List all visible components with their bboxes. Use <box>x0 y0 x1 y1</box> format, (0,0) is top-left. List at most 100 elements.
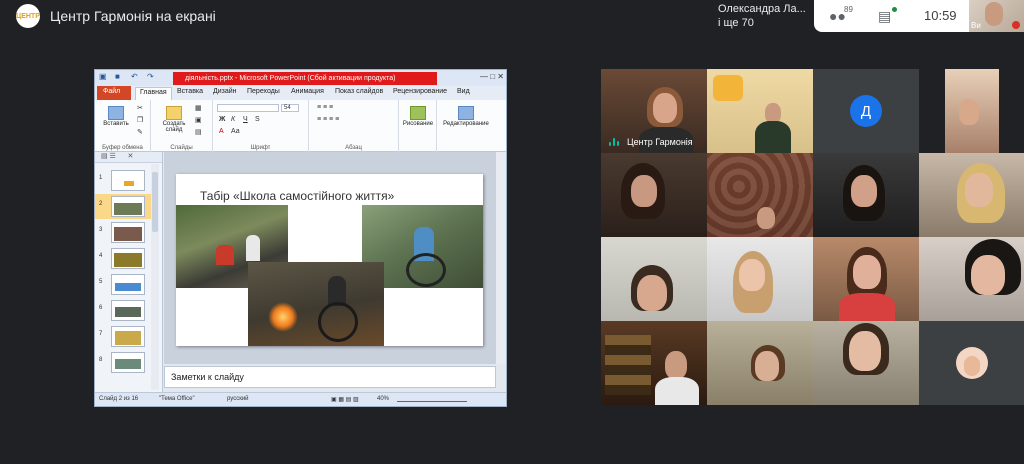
zoom-slider[interactable] <box>397 401 467 402</box>
presenting-label: Центр Гармонія на екрані <box>50 8 216 24</box>
participant-tile[interactable] <box>707 69 813 153</box>
current-slide[interactable]: Табір «Школа самостійного життя» <box>176 174 483 346</box>
participant-tile[interactable] <box>707 237 813 321</box>
group-font: 54 Ж К Ч S А Аа Шрифт <box>213 100 309 152</box>
thumbnail-number: 3 <box>99 227 103 233</box>
editing-label: Редактирование <box>443 121 489 127</box>
thumbnail-image <box>111 196 145 217</box>
wall-logo <box>713 75 743 101</box>
theme-name: "Тема Office" <box>159 396 195 402</box>
bookshelf <box>605 335 651 395</box>
save-icon[interactable]: ■ <box>115 72 120 81</box>
slide-scrollbar[interactable] <box>496 152 506 364</box>
new-slide-button[interactable]: Создать слайд <box>159 106 189 133</box>
group-drawing: Рисование <box>399 100 437 152</box>
participant-tile-avatar[interactable]: Д <box>813 69 919 153</box>
ribbon-tabs: Файл Главная Вставка Дизайн Переходы Ани… <box>95 86 506 100</box>
slide-thumbnail[interactable]: 5 <box>95 272 155 297</box>
align-buttons[interactable]: ≡ ≡ ≡ ≡ <box>317 116 339 123</box>
group-label-font: Шрифт <box>250 145 271 151</box>
slides-pane-header: ▤ ☰ ✕ <box>95 152 162 163</box>
tab-insert[interactable]: Вставка <box>177 88 203 95</box>
tab-review[interactable]: Рецензирование <box>393 88 447 95</box>
underline-button[interactable]: Ч <box>243 116 248 123</box>
participant-face <box>631 175 657 207</box>
self-view-thumbnail[interactable]: Ви <box>969 0 1024 32</box>
participant-tile[interactable] <box>601 321 707 405</box>
tab-animation[interactable]: Анимация <box>291 88 324 95</box>
slides-pane-scrollbar[interactable] <box>151 164 159 390</box>
participant-tile[interactable] <box>707 153 813 237</box>
group-slides: Создать слайд ▦ ▣ ▤ Слайды <box>151 100 213 152</box>
reset-icon[interactable]: ▣ <box>195 116 202 124</box>
participant-face <box>637 275 667 311</box>
window-controls[interactable]: — □ ✕ <box>480 72 504 81</box>
participant-more: і ще 70 <box>718 17 754 29</box>
participant-tile[interactable] <box>919 237 1024 321</box>
slide-thumbnail-selected[interactable]: 2 <box>95 194 155 219</box>
slide-thumbnail[interactable]: 8 <box>95 350 155 375</box>
participant-tile[interactable] <box>813 321 919 405</box>
italic-button[interactable]: К <box>231 116 235 123</box>
font-family-select[interactable] <box>217 104 279 112</box>
view-buttons[interactable]: ▣ ▦ ▤ ▨ <box>331 396 359 403</box>
section-icon[interactable]: ▤ <box>195 128 202 136</box>
participant-avatar <box>956 347 988 379</box>
bullets-button[interactable]: ≡ ≡ ≡ <box>317 104 333 111</box>
slide-thumbnail[interactable]: 3 <box>95 220 155 245</box>
avatar-face <box>964 356 980 376</box>
participant-body <box>839 293 895 321</box>
editing-button[interactable]: Редактирование <box>439 106 493 127</box>
participant-tile-presenter[interactable]: Центр Гармонія <box>601 69 707 153</box>
participant-tile[interactable] <box>813 237 919 321</box>
layout-icon[interactable]: ▦ <box>195 104 202 112</box>
copy-icon[interactable]: ❐ <box>137 116 143 124</box>
shadow-button[interactable]: S <box>255 116 260 123</box>
participants-summary[interactable]: Олександра Ла... і ще 70 <box>686 0 814 32</box>
format-painter-icon[interactable]: ✎ <box>137 128 143 136</box>
chat-notification-dot <box>892 7 897 12</box>
participant-body <box>655 377 699 405</box>
cut-icon[interactable]: ✂ <box>137 104 143 112</box>
participant-tile[interactable] <box>813 153 919 237</box>
language[interactable]: русский <box>227 396 249 402</box>
thumbnail-number: 8 <box>99 357 103 363</box>
slide-thumbnail[interactable]: 4 <box>95 246 155 271</box>
tab-slideshow[interactable]: Показ слайдов <box>335 88 383 95</box>
scrollbar-thumb[interactable] <box>152 172 158 232</box>
participant-tile[interactable] <box>601 153 707 237</box>
redo-icon[interactable]: ↷ <box>147 72 154 81</box>
font-color-button[interactable]: А <box>219 128 224 135</box>
drawing-button[interactable]: Рисование <box>401 106 435 127</box>
participant-tile-avatar[interactable] <box>919 321 1024 405</box>
slide-editing-area: Табір «Школа самостійного життя» <box>164 152 506 364</box>
participant-tile[interactable] <box>601 237 707 321</box>
participant-face <box>665 351 687 379</box>
participant-tile[interactable] <box>707 321 813 405</box>
participant-face <box>739 259 765 291</box>
speaking-indicator-icon <box>609 138 621 146</box>
paste-button[interactable]: Вставить <box>101 106 131 127</box>
people-count: 89 <box>844 5 853 14</box>
undo-icon[interactable]: ↶ <box>131 72 138 81</box>
ribbon: Вставить ✂ ❐ ✎ Буфер обмена Создать слай… <box>95 100 506 152</box>
participant-tile[interactable] <box>919 69 1024 153</box>
tab-file[interactable]: Файл <box>97 86 131 100</box>
participant-tile[interactable] <box>919 153 1024 237</box>
tab-home[interactable]: Главная <box>135 87 172 100</box>
participant-name: Олександра Ла... <box>718 3 806 15</box>
slide-thumbnail[interactable]: 1 <box>95 168 155 193</box>
slide-thumbnail[interactable]: 7 <box>95 324 155 349</box>
tab-view[interactable]: Вид <box>457 88 470 95</box>
bold-button[interactable]: Ж <box>219 116 225 123</box>
chat-icon[interactable]: ▤ <box>878 8 891 25</box>
slide-thumbnail[interactable]: 6 <box>95 298 155 323</box>
tab-transitions[interactable]: Переходы <box>247 88 280 95</box>
font-size-select[interactable]: 54 <box>281 104 299 112</box>
tab-design[interactable]: Дизайн <box>213 88 237 95</box>
participant-face <box>851 175 877 207</box>
notes-field[interactable]: Заметки к слайду <box>164 366 496 388</box>
slides-pane: ▤ ☰ ✕ 1 2 3 4 5 6 7 8 <box>95 152 163 392</box>
participant-face <box>755 351 779 381</box>
case-button[interactable]: Аа <box>231 128 240 135</box>
